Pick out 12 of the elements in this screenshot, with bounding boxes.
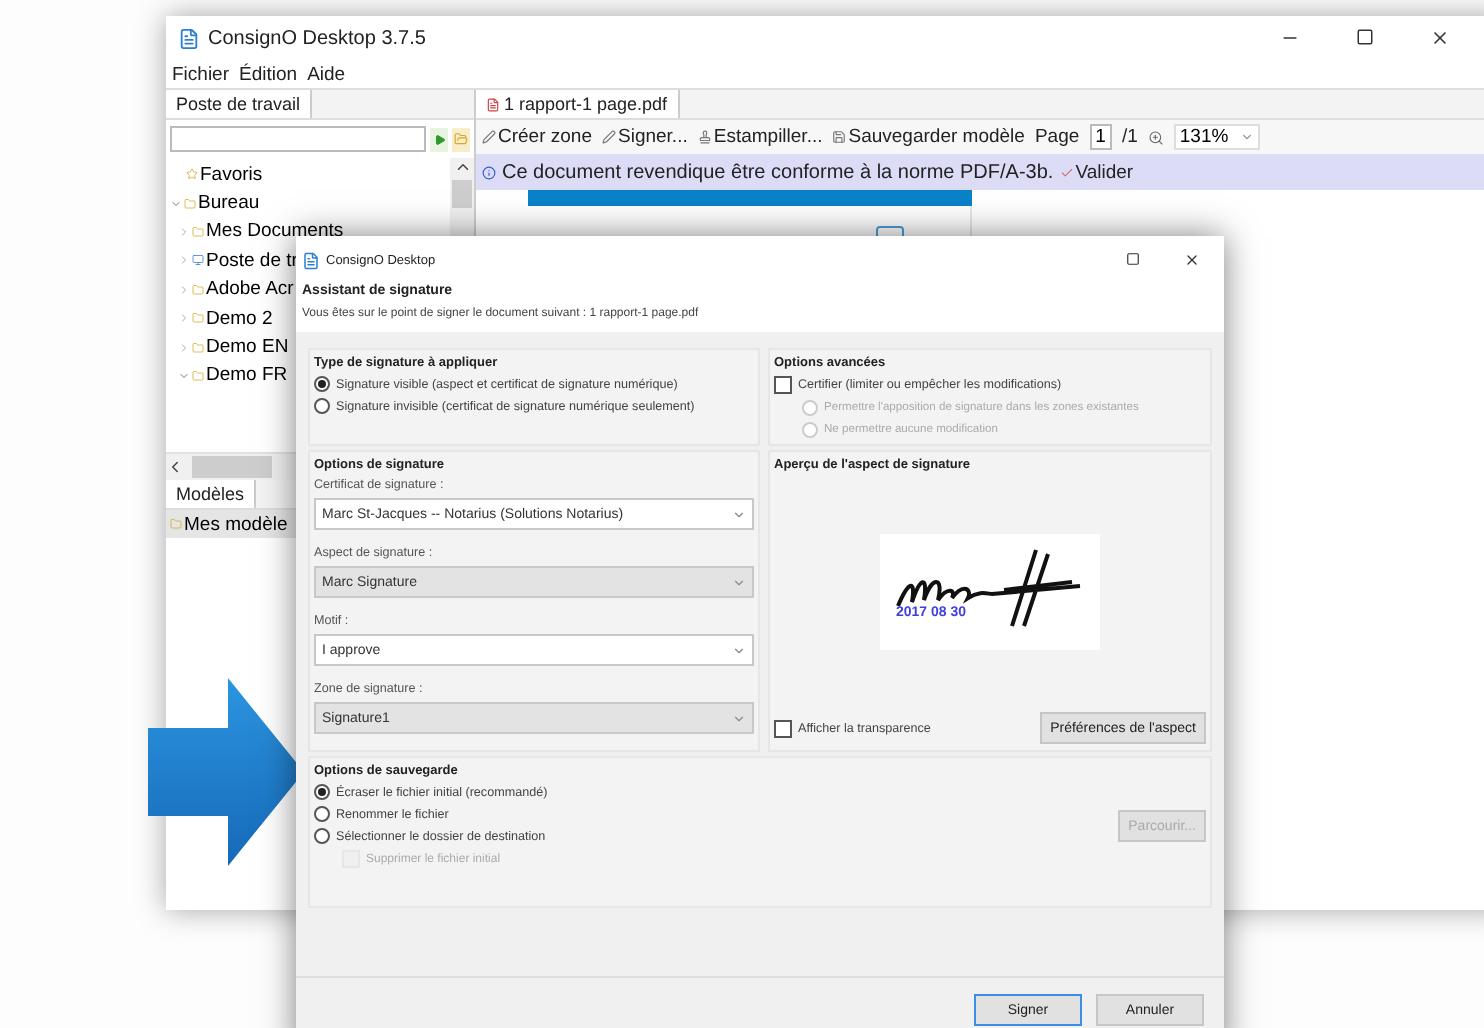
tree-label: Mes modèle [184, 513, 288, 536]
page-label: Page [1034, 126, 1080, 148]
tree-label: Demo 2 [206, 307, 273, 330]
tree-label: Mes Documents [206, 220, 344, 243]
window-title: ConsignO Desktop 3.7.5 [208, 27, 426, 49]
tree-label: Bureau [198, 192, 260, 215]
tree-label: Demo FR [206, 364, 288, 387]
notice-text: Ce document revendique être conforme à la norme PDF/A-3b. [502, 161, 1054, 183]
tree-label: Adobe Acr [206, 278, 294, 301]
tree-label: Demo EN [206, 336, 289, 359]
page-total: /1 [1121, 126, 1138, 148]
tree-label: Favoris [200, 163, 263, 186]
